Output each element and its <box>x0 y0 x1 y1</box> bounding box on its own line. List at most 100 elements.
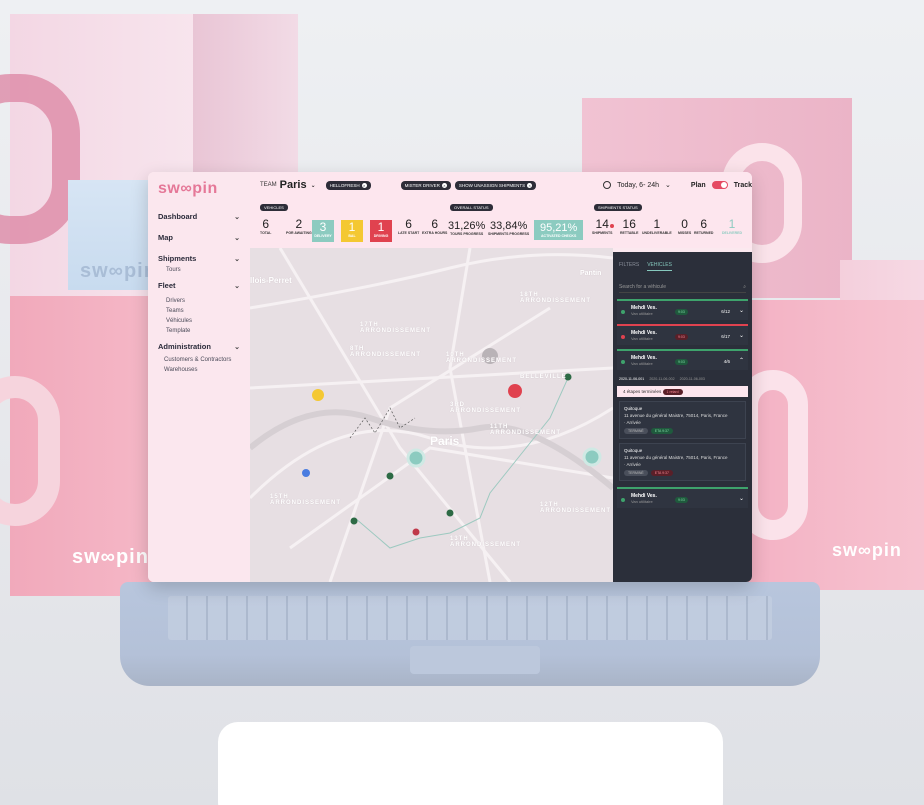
app-logo[interactable]: sw∞pin <box>158 180 240 198</box>
filter-chip-unassign[interactable]: SHOW UNASSIGN SHIPMENTS × <box>454 180 537 190</box>
stat-shipments-progress[interactable]: 33,84% SHIPMENTS PROGRESS <box>488 220 529 236</box>
chevron-down-icon: ⌄ <box>234 343 240 351</box>
stop-card[interactable]: Quitoque 11 avenue du général Maistre, 7… <box>619 401 746 439</box>
nav-item-vehicules[interactable]: Véhicules <box>166 318 240 324</box>
stop-title: Quitoque <box>624 448 643 453</box>
trackpad <box>410 646 540 674</box>
stat-extra-hours[interactable]: 6 EXTRA HOURS <box>422 218 447 235</box>
tour-date-tab[interactable]: 2020-11-06-002 <box>649 377 674 381</box>
map-marker-green[interactable] <box>350 517 358 525</box>
nav-administration[interactable]: Administration ⌄ <box>158 342 240 351</box>
map-marker-red-small[interactable] <box>412 528 420 536</box>
clock-icon <box>603 181 612 189</box>
nav-item-warehouses[interactable]: Warehouses <box>164 367 240 373</box>
stat-label: UNDELIVERABLE <box>642 231 672 235</box>
map-marker-red[interactable] <box>508 384 522 398</box>
stat-label: PGR AWAITING <box>286 231 312 235</box>
close-icon[interactable]: × <box>527 182 533 188</box>
tour-date-tab[interactable]: 2020-11-06-001 <box>619 377 644 381</box>
stat-value: 33,84% <box>489 220 528 232</box>
chevron-down-icon[interactable]: ⌄ <box>311 182 316 189</box>
stat-rettable[interactable]: 16 RETTABLE <box>620 218 638 235</box>
chevron-down-icon[interactable]: ⌄ <box>739 495 744 502</box>
map-marker-teal[interactable] <box>582 447 602 467</box>
map-marker-blue[interactable] <box>302 469 310 477</box>
filter-chip-mister-driver[interactable]: MISTER DRIVER × <box>400 180 451 190</box>
eta-chip: ETA 9:37 <box>650 470 673 476</box>
stat-value: 1 <box>348 220 356 234</box>
nav-fleet[interactable]: Fleet ⌄ <box>158 281 240 290</box>
chevron-up-icon[interactable]: ⌃ <box>739 357 744 364</box>
filter-chip-hellofresh[interactable]: HELLOFRESH × <box>325 180 371 190</box>
map-marker-green[interactable] <box>446 509 454 517</box>
stat-delivery[interactable]: 3 DELIVERY <box>312 220 334 242</box>
stat-label: ACTIVATED CHECKS <box>541 234 577 238</box>
status-chip: TERMINÉ <box>624 470 648 476</box>
stat-label: EXTRA HOURS <box>422 231 448 235</box>
nav-dashboard-label: Dashboard <box>158 212 198 221</box>
nav-item-drivers[interactable]: Drivers <box>166 298 240 304</box>
vehicle-row[interactable]: Mehdi Ves. Van utilitaire 9:03 6/17 ⌄ <box>617 324 748 345</box>
delay-badge: 1 retard <box>662 389 683 395</box>
chevron-down-icon[interactable]: ⌄ <box>739 307 744 314</box>
stat-value: 1 <box>728 217 736 231</box>
nav-map-label: Map <box>158 233 173 242</box>
vehicle-search[interactable]: Search for a véhicule ⌕ <box>619 281 746 293</box>
vehicle-row-expanded[interactable]: Mehdi Ves. Van utilitaire 9:03 4/6 ⌃ <box>617 349 748 370</box>
nav-item-customers[interactable]: Customers & Contractors <box>164 357 240 363</box>
tour-date-tab[interactable]: 2020-11-06-003 <box>680 377 705 381</box>
steps-text: 4 étapes terminées <box>623 389 662 394</box>
date-range-selector[interactable]: Today, 6- 24h <box>617 182 659 189</box>
stat-label: TOTAL <box>260 231 272 235</box>
tab-filters[interactable]: FILTERS <box>619 262 639 271</box>
stat-tours-progress[interactable]: 31,26% TOURS PROGRESS <box>448 220 485 236</box>
chevron-down-icon[interactable]: ⌄ <box>739 332 744 339</box>
city-selector[interactable]: Paris <box>280 179 307 191</box>
nav-map[interactable]: Map ⌄ <box>158 233 240 242</box>
search-input[interactable]: Search for a véhicule <box>619 284 666 290</box>
track-label: Track <box>733 181 752 189</box>
map-view[interactable]: llois-Perret 17TH ARRONDISSEMENT 18TH AR… <box>250 248 613 582</box>
vehicle-row[interactable]: Mehdi Ves. Van utilitaire 9:03 ⌄ <box>617 487 748 508</box>
stat-bal[interactable]: 1 BAL <box>341 220 363 242</box>
stat-late-start[interactable]: 6 LATE START <box>398 218 419 235</box>
map-marker-yellow[interactable] <box>312 389 324 401</box>
nav-dashboard[interactable]: Dashboard ⌄ <box>158 212 240 221</box>
stat-label: SHIPMENTS PROGRESS <box>488 232 530 236</box>
stat-label: BAL <box>348 234 356 238</box>
progress-count: 4/6 <box>723 359 730 364</box>
steps-summary[interactable]: 4 étapes terminées 1 retard <box>617 386 748 397</box>
stop-card[interactable]: Quitoque 11 avenue du général Maistre, 7… <box>619 443 746 481</box>
nav-shipments[interactable]: Shipments ⌄ <box>158 254 240 263</box>
map-label: 15TH ARRONDISSEMENT <box>270 494 342 506</box>
stat-total[interactable]: 6 TOTAL <box>260 218 271 235</box>
nav-shipments-label: Shipments <box>158 254 197 263</box>
close-icon[interactable]: × <box>441 182 447 188</box>
nav-item-tours[interactable]: Tours <box>166 267 240 273</box>
vehicles-panel: FILTERS VEHICLES Search for a véhicule ⌕… <box>613 252 752 582</box>
map-road <box>289 446 613 550</box>
nav-item-template[interactable]: Template <box>166 328 240 334</box>
stat-driving[interactable]: 1 DRIVING <box>370 220 392 242</box>
stat-pgr-awaiting[interactable]: 2 PGR AWAITING <box>286 218 312 235</box>
map-label: Paris <box>430 434 460 448</box>
map-label: 18TH ARRONDISSEMENT <box>520 292 592 304</box>
vehicle-row[interactable]: Mehdi Ves. Van utilitaire 9:03 6/12 ⌄ <box>617 299 748 320</box>
map-marker-green[interactable] <box>386 472 394 480</box>
plan-track-toggle[interactable] <box>711 181 728 189</box>
tab-vehicles[interactable]: VEHICLES <box>647 262 672 271</box>
search-icon[interactable]: ⌕ <box>743 284 746 290</box>
eta-chip: ETA 9:37 <box>650 428 673 434</box>
stop-address: 11 avenue du général Maistre, 75014, Par… <box>624 455 728 460</box>
stat-misses[interactable]: 0 MISSES <box>678 218 691 235</box>
nav-item-teams[interactable]: Teams <box>166 308 240 314</box>
stat-undeliverable[interactable]: 1 UNDELIVERABLE <box>642 218 672 235</box>
bg-box-left-bottom: sw∞pin <box>0 296 170 596</box>
stat-delivered[interactable]: 1 DELIVERED <box>722 218 742 235</box>
stat-label: SHIPMENTS <box>592 231 613 235</box>
stat-returned[interactable]: 6 RETURNED <box>694 218 713 235</box>
chevron-down-icon[interactable]: ⌄ <box>665 181 671 189</box>
map-marker-teal[interactable] <box>406 448 426 468</box>
close-icon[interactable]: × <box>361 182 367 188</box>
stat-activated-checks[interactable]: 95,21% ACTIVATED CHECKS <box>534 220 584 240</box>
